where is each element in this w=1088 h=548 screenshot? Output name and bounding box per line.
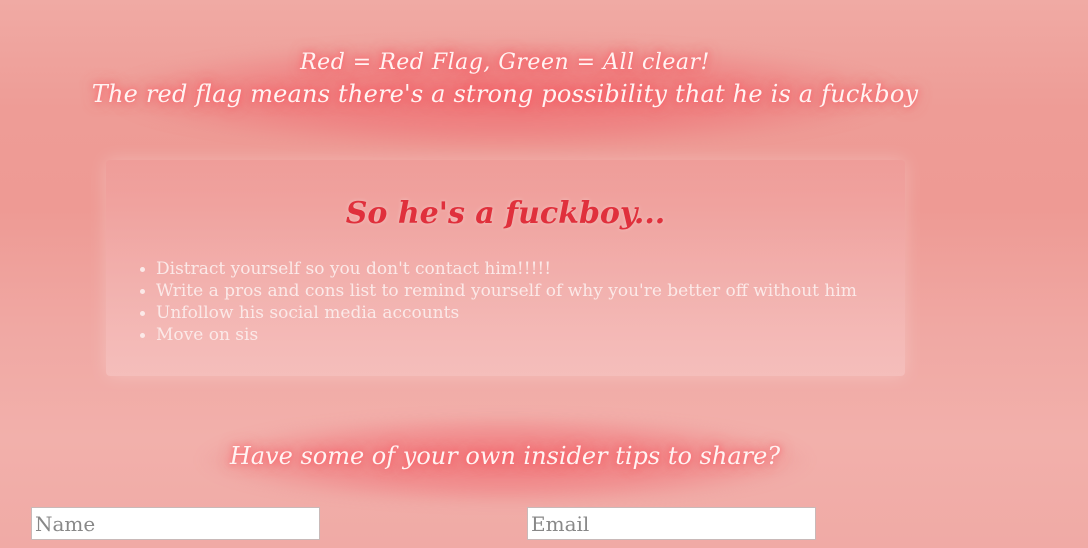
email-input[interactable] (527, 507, 816, 540)
list-item: Move on sis (140, 324, 857, 346)
list-item: Distract yourself so you don't contact h… (140, 258, 857, 280)
header-line-1: Red = Red Flag, Green = All clear! (300, 50, 710, 75)
name-input[interactable] (31, 507, 320, 540)
share-prompt: Have some of your own insider tips to sh… (229, 442, 781, 470)
header-line-2: The red flag means there's a strong poss… (91, 80, 919, 108)
list-item: Unfollow his social media accounts (140, 302, 857, 324)
tips-list: Distract yourself so you don't contact h… (140, 258, 857, 346)
list-item: Write a pros and cons list to remind you… (140, 281, 857, 301)
card-title: So he's a fuckboy... (345, 196, 666, 231)
